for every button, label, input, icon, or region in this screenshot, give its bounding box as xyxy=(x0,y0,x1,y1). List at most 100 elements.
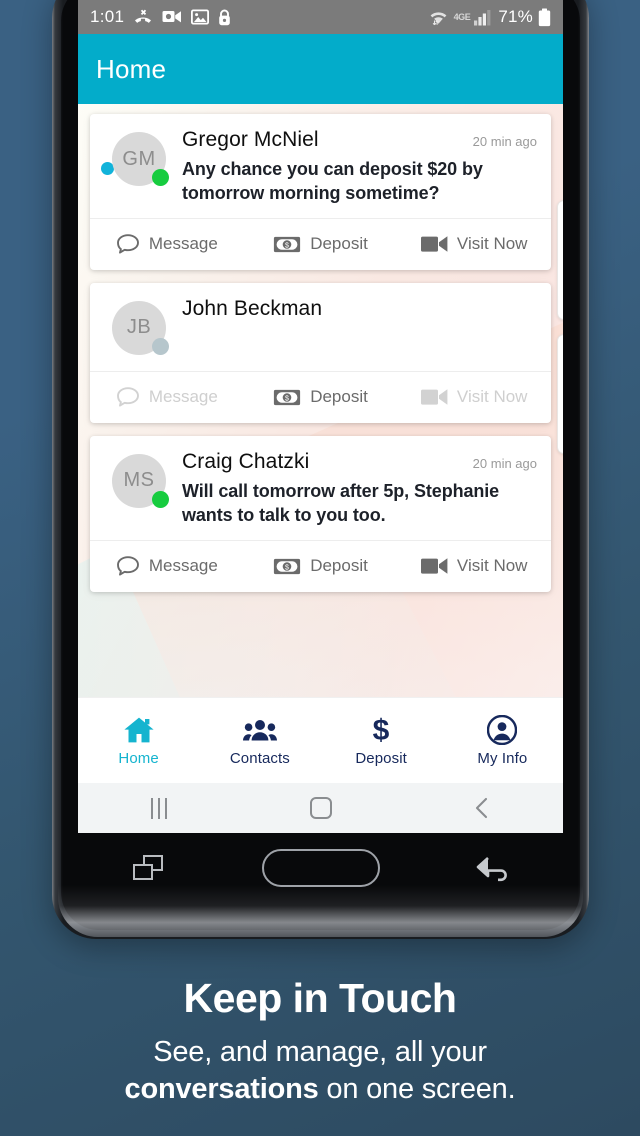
promo-caption: Keep in Touch See, and manage, all your … xyxy=(0,975,640,1108)
tab-contacts[interactable]: Contacts xyxy=(199,715,320,767)
svg-text:$: $ xyxy=(373,715,390,745)
action-visit-now-button[interactable]: Visit Now xyxy=(397,556,551,576)
caption-line-2: conversations on one screen. xyxy=(0,1071,640,1108)
hardware-recent-apps-key[interactable] xyxy=(61,837,234,899)
conversation-card[interactable]: GM Gregor McNiel 20 min ago Any chance y… xyxy=(90,114,551,270)
card-action-row: Message $ Deposit Visit Now xyxy=(90,539,551,592)
action-label: Deposit xyxy=(310,387,368,407)
timestamp: 20 min ago xyxy=(472,455,537,471)
battery-percent-label: 71% xyxy=(498,7,533,26)
avatar: MS xyxy=(112,453,169,508)
conversation-summary[interactable]: MS Craig Chatzki 20 min ago Will call to… xyxy=(90,436,551,540)
avatar: JB xyxy=(112,300,169,355)
timestamp: 20 min ago xyxy=(472,134,537,149)
presence-badge-offline xyxy=(152,337,169,355)
status-left-icons xyxy=(134,9,231,26)
network-type-label: 4GE xyxy=(453,12,471,22)
conversation-text: John Beckman xyxy=(166,297,537,359)
message-preview: Will call tomorrow after 5p, Stephanie w… xyxy=(182,480,500,525)
next-card-peek[interactable] xyxy=(557,200,563,320)
conversation-summary[interactable]: JB John Beckman xyxy=(90,283,551,371)
conversation-card[interactable]: MS Craig Chatzki 20 min ago Will call to… xyxy=(90,435,551,592)
action-deposit-button[interactable]: $ Deposit xyxy=(244,556,398,576)
page-title: Home xyxy=(96,53,167,84)
card-action-row: Message $ Deposit Visit Now xyxy=(90,217,551,270)
action-label: Visit Now xyxy=(456,556,528,576)
next-card-peek[interactable] xyxy=(557,334,563,454)
tab-deposit[interactable]: $ Deposit xyxy=(321,715,442,767)
tab-home[interactable]: Home xyxy=(78,715,199,767)
money-bill-icon: $ xyxy=(273,236,301,253)
person-circle-icon xyxy=(487,714,518,745)
contact-name: Gregor McNiel xyxy=(182,128,319,151)
svg-text:$: $ xyxy=(285,242,289,249)
action-deposit-button[interactable]: $ Deposit xyxy=(244,387,398,407)
nav-back-button[interactable] xyxy=(401,796,563,820)
status-clock: 1:01 xyxy=(90,7,125,26)
home-icon xyxy=(309,797,332,819)
bottom-tab-bar: Home Contacts $ Deposit My Info xyxy=(78,697,563,783)
conversation-header-row: Gregor McNiel 20 min ago xyxy=(182,128,537,152)
card-action-row: Message $ Deposit Visit Now xyxy=(90,370,551,423)
action-message-button[interactable]: Message xyxy=(90,555,244,577)
action-message-button[interactable]: Message xyxy=(90,233,244,255)
home-icon xyxy=(123,715,155,745)
phone-screen: 1:01 4GE 71% Home GM Gregor McNiel 20 mi… xyxy=(78,0,563,833)
people-icon xyxy=(242,715,277,745)
back-arrow-icon xyxy=(476,857,507,882)
tab-label: Deposit xyxy=(355,749,407,767)
nav-recents-button[interactable] xyxy=(78,797,240,819)
tab-label: Contacts xyxy=(229,749,290,767)
presence-badge-online xyxy=(152,490,169,508)
photo-icon xyxy=(191,9,210,25)
tab-label: Home xyxy=(118,749,159,767)
recent-apps-icon xyxy=(132,855,163,881)
app-content: GM Gregor McNiel 20 min ago Any chance y… xyxy=(78,104,563,833)
nav-home-button[interactable] xyxy=(240,797,402,819)
money-bill-icon: $ xyxy=(273,389,301,406)
message-preview: Any chance you can deposit $20 by tomorr… xyxy=(182,159,483,203)
tab-my-info[interactable]: My Info xyxy=(442,714,563,767)
action-label: Message xyxy=(148,556,218,576)
action-deposit-button[interactable]: $ Deposit xyxy=(244,234,398,254)
conversation-text: Craig Chatzki 20 min ago Will call tomor… xyxy=(166,450,537,528)
conversation-list: GM Gregor McNiel 20 min ago Any chance y… xyxy=(78,104,563,592)
tab-label: My Info xyxy=(477,749,528,767)
wifi-transfer-icon xyxy=(430,12,446,26)
presence-badge-online xyxy=(152,169,169,186)
contact-name: John Beckman xyxy=(182,296,323,320)
android-status-bar: 1:01 4GE 71% xyxy=(78,0,563,34)
action-visit-now-button[interactable]: Visit Now xyxy=(397,234,551,254)
recents-icon xyxy=(150,797,167,819)
hardware-home-key[interactable] xyxy=(234,837,407,899)
conversation-text: Gregor McNiel 20 min ago Any chance you … xyxy=(166,128,537,206)
action-visit-now-button: Visit Now xyxy=(397,387,551,407)
lock-icon xyxy=(219,9,231,25)
video-message-icon xyxy=(162,11,182,23)
action-label: Message xyxy=(148,387,218,407)
conversation-header-row: John Beckman xyxy=(182,297,537,321)
avatar: GM xyxy=(112,132,169,186)
video-camera-icon xyxy=(420,557,448,575)
phone-device: 1:01 4GE 71% Home GM Gregor McNiel 20 mi… xyxy=(52,0,589,939)
back-icon xyxy=(476,797,488,819)
video-camera-icon xyxy=(420,388,448,406)
video-camera-icon xyxy=(420,235,448,253)
message-bubble-icon xyxy=(116,555,140,577)
action-label: Visit Now xyxy=(456,387,528,407)
caption-title: Keep in Touch xyxy=(183,975,457,1021)
status-right-icons: 4GE 71% xyxy=(428,7,551,27)
message-bubble-icon xyxy=(116,386,140,408)
caption-line-2-rest: on one screen. xyxy=(318,1073,516,1106)
conversation-header-row: Craig Chatzki 20 min ago xyxy=(182,450,537,474)
conversation-summary[interactable]: GM Gregor McNiel 20 min ago Any chance y… xyxy=(90,114,551,218)
signal-bars-icon xyxy=(474,9,491,25)
money-bill-icon: $ xyxy=(273,558,301,575)
hardware-back-key[interactable] xyxy=(407,837,580,899)
hardware-key-row xyxy=(61,837,580,899)
dollar-sign-icon: $ xyxy=(370,715,392,745)
action-message-button: Message xyxy=(90,386,244,408)
svg-text:$: $ xyxy=(285,564,289,571)
conversation-card[interactable]: JB John Beckman Message $ Deposit Visit … xyxy=(90,282,551,423)
action-label: Deposit xyxy=(310,234,368,254)
